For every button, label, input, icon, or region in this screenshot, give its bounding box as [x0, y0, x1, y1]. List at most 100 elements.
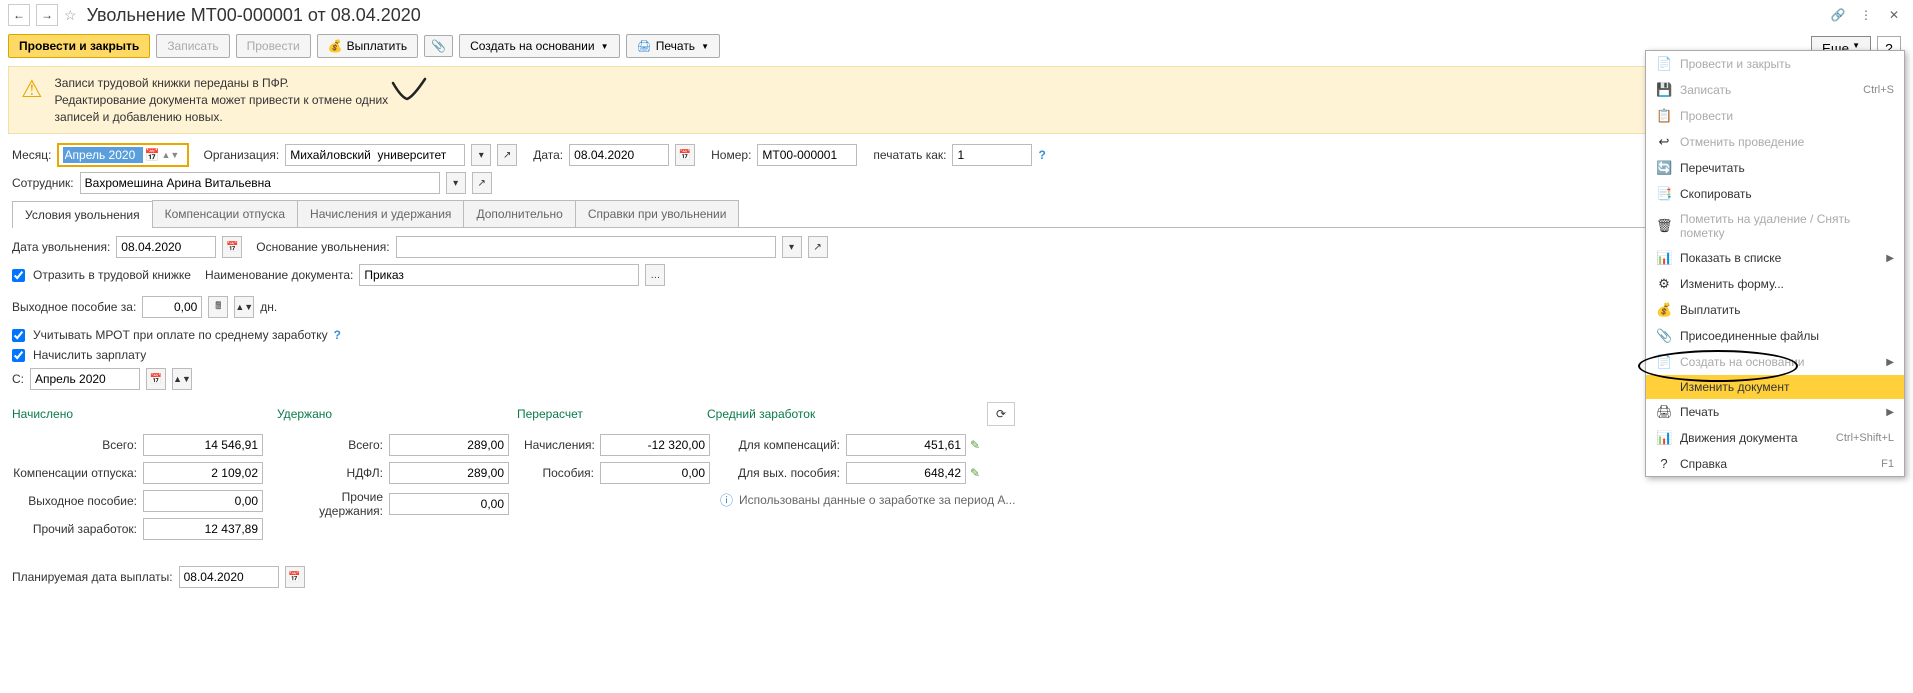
post-close-button[interactable]: Провести и закрыть	[8, 34, 150, 58]
accrue-salary-checkbox[interactable]	[12, 349, 25, 362]
dismiss-date-field[interactable]	[116, 236, 216, 258]
printas-field[interactable]	[952, 144, 1032, 166]
menu-item[interactable]: ↩Отменить проведение	[1646, 129, 1904, 155]
menu-item[interactable]: 💾ЗаписатьCtrl+S	[1646, 77, 1904, 103]
benefits-value[interactable]	[600, 462, 710, 484]
menu-item[interactable]: 🖨Печать▶	[1646, 399, 1904, 425]
menu-item[interactable]: 📋Провести	[1646, 103, 1904, 129]
other-value[interactable]	[143, 518, 263, 540]
basis-label: Основание увольнения:	[256, 240, 389, 254]
calc-icon[interactable]: 🖩	[208, 296, 228, 318]
nav-forward-button[interactable]: →	[36, 4, 58, 26]
open-icon[interactable]: ↗	[472, 172, 492, 194]
save-button[interactable]: Записать	[156, 34, 229, 58]
comp-value[interactable]	[143, 462, 263, 484]
menu-item[interactable]: Изменить документ	[1646, 375, 1904, 399]
sev-label: Выходное пособие:	[12, 494, 137, 508]
benefits-label: Пособия:	[524, 466, 594, 480]
ellipsis-icon[interactable]: …	[645, 264, 665, 286]
menu-item[interactable]: 💰Выплатить	[1646, 297, 1904, 323]
help-icon[interactable]: ?	[1038, 148, 1045, 162]
menu-item[interactable]: 📑Скопировать	[1646, 181, 1904, 207]
accruals-label: Начисления:	[524, 438, 594, 452]
mrot-checkbox[interactable]	[12, 329, 25, 342]
open-icon[interactable]: ↗	[497, 144, 517, 166]
print-button[interactable]: 🖨Печать▼	[626, 34, 720, 58]
printer-icon: 🖨	[637, 39, 652, 53]
basis-field[interactable]	[396, 236, 776, 258]
pay-button[interactable]: 💰Выплатить	[317, 34, 418, 58]
other-label: Прочий заработок:	[12, 522, 137, 536]
menu-item-label: Перечитать	[1680, 161, 1894, 175]
edit-icon[interactable]: ✎	[970, 438, 980, 452]
docname-field[interactable]	[359, 264, 639, 286]
spinner-icon[interactable]: ▲▼	[172, 368, 192, 390]
ndfl-value[interactable]	[389, 462, 509, 484]
menu-item[interactable]: 📊Показать в списке▶	[1646, 245, 1904, 271]
tab-compensations[interactable]: Компенсации отпуска	[152, 200, 298, 227]
create-based-button[interactable]: Создать на основании▼	[459, 34, 619, 58]
spinner-icon[interactable]: ▲▼	[234, 296, 254, 318]
month-input[interactable]	[63, 147, 143, 163]
favorite-icon[interactable]: ☆	[64, 7, 77, 24]
attach-button[interactable]: 📎	[424, 35, 453, 57]
menu-item-icon: 📊	[1656, 250, 1672, 266]
close-icon[interactable]: ✕	[1883, 4, 1905, 26]
forsev-value[interactable]	[846, 462, 966, 484]
avg-header: Средний заработок	[707, 407, 987, 421]
severance-field[interactable]	[142, 296, 202, 318]
spinner-icon[interactable]: ▲▼	[161, 150, 179, 160]
menu-item[interactable]: 📄Провести и закрыть	[1646, 51, 1904, 77]
menu-item[interactable]: 📊Движения документаCtrl+Shift+L	[1646, 425, 1904, 451]
days-label: дн.	[260, 300, 277, 314]
dropdown-icon[interactable]: ▾	[782, 236, 802, 258]
calendar-icon[interactable]: 📅	[146, 368, 166, 390]
accruals-value[interactable]	[600, 434, 710, 456]
tab-accruals[interactable]: Начисления и удержания	[297, 200, 464, 227]
otherw-value[interactable]	[389, 493, 509, 515]
calendar-icon[interactable]: 📅	[285, 566, 305, 588]
menu-item[interactable]: 🗑Пометить на удаление / Снять пометку	[1646, 207, 1904, 245]
calendar-icon[interactable]: 📅	[145, 148, 160, 162]
menu-item[interactable]: ?СправкаF1	[1646, 451, 1904, 476]
tab-conditions[interactable]: Условия увольнения	[12, 201, 153, 228]
calendar-icon[interactable]: 📅	[222, 236, 242, 258]
planned-date-field[interactable]	[179, 566, 279, 588]
dropdown-icon[interactable]: ▾	[471, 144, 491, 166]
withheld-header: Удержано	[277, 407, 517, 421]
reflect-checkbox[interactable]	[12, 269, 25, 282]
from-month-field[interactable]	[30, 368, 140, 390]
tab-certificates[interactable]: Справки при увольнении	[575, 200, 740, 227]
tab-additional[interactable]: Дополнительно	[463, 200, 575, 227]
withheld-total-value[interactable]	[389, 434, 509, 456]
link-icon[interactable]: 🔗	[1827, 4, 1849, 26]
menu-item[interactable]: 📄Создать на основании▶	[1646, 349, 1904, 375]
help-icon[interactable]: ?	[334, 328, 341, 342]
menu-item-icon: 📎	[1656, 328, 1672, 344]
accrue-salary-label: Начислить зарплату	[33, 348, 146, 362]
planned-date-label: Планируемая дата выплаты:	[12, 570, 173, 584]
refresh-button[interactable]: ⟳	[987, 402, 1015, 426]
dropdown-icon[interactable]: ▾	[446, 172, 466, 194]
kebab-icon[interactable]: ⋮	[1855, 4, 1877, 26]
employee-label: Сотрудник:	[12, 176, 74, 190]
menu-item[interactable]: 🔄Перечитать	[1646, 155, 1904, 181]
edit-icon[interactable]: ✎	[970, 466, 980, 480]
nav-back-button[interactable]: ←	[8, 4, 30, 26]
date-label: Дата:	[533, 148, 563, 162]
calendar-icon[interactable]: 📅	[675, 144, 695, 166]
open-icon[interactable]: ↗	[808, 236, 828, 258]
org-field[interactable]	[285, 144, 465, 166]
month-field[interactable]: 📅 ▲▼	[58, 144, 188, 166]
menu-item[interactable]: ⚙Изменить форму...	[1646, 271, 1904, 297]
menu-item-icon: 🗑	[1656, 218, 1672, 234]
date-field[interactable]	[569, 144, 669, 166]
employee-field[interactable]	[80, 172, 440, 194]
post-button[interactable]: Провести	[236, 34, 311, 58]
accrued-header: Начислено	[12, 407, 277, 421]
forcomp-value[interactable]	[846, 434, 966, 456]
menu-item[interactable]: 📎Присоединенные файлы	[1646, 323, 1904, 349]
number-field[interactable]	[757, 144, 857, 166]
sev-value[interactable]	[143, 490, 263, 512]
total-accrued-value[interactable]	[143, 434, 263, 456]
